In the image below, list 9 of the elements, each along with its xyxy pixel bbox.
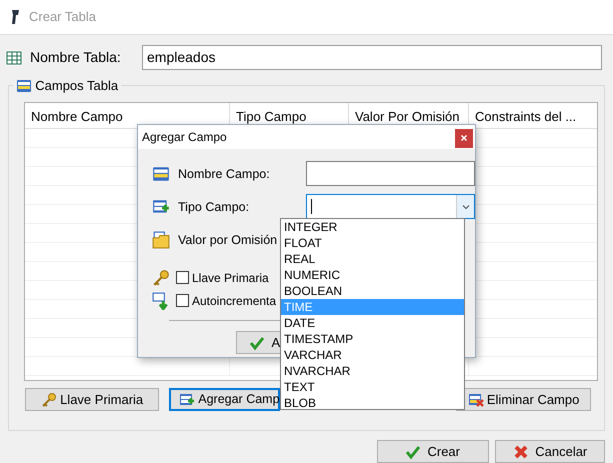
checkbox-label: Llave Primaria [192,270,269,286]
group-title: Campos Tabla [35,77,118,95]
field-label: Valor por Omisión [178,232,278,247]
name-label: Nombre Tabla: [30,48,122,67]
checkbox-label: Autoincrementa [192,292,276,310]
window-title: Crear Tabla [29,8,96,26]
field-label: Nombre Campo: [178,166,270,181]
dialog-title: Agregar Campo [142,129,227,146]
field-label: Tipo Campo: [178,200,250,214]
